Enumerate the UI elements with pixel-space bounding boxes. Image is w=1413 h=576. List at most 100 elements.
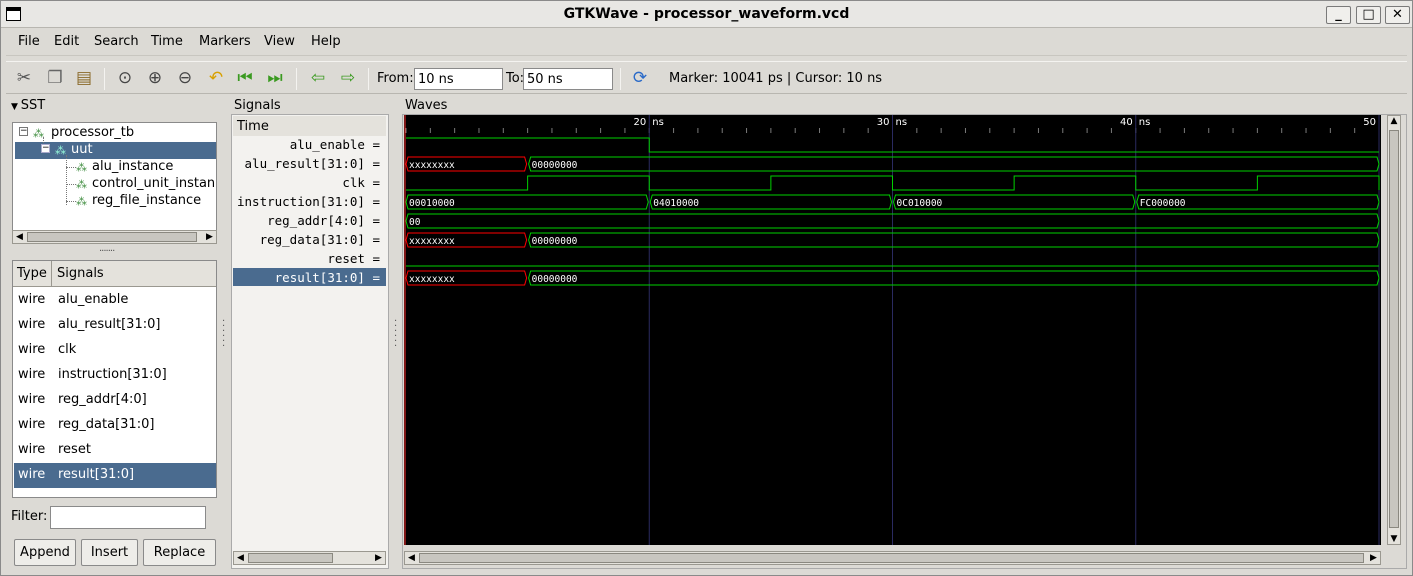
time-tick-label: 50 <box>1363 117 1376 128</box>
bus-value-label: 00000000 <box>532 274 578 285</box>
scroll-left-arrow-icon[interactable]: ◀ <box>13 231 26 243</box>
zoom-to-end-icon[interactable]: ⏭ <box>263 67 287 89</box>
bus-value-label: 0C010000 <box>897 198 943 209</box>
replace-button[interactable]: Replace <box>143 539 216 566</box>
menu-search[interactable]: Search <box>94 34 139 49</box>
bus-segment-reg_data <box>528 232 1380 248</box>
column-type[interactable]: Type <box>17 266 47 281</box>
signal-list-row[interactable]: wire alu_result[31:0] <box>14 313 216 338</box>
signal-row[interactable]: instruction[31:0] = <box>237 194 380 209</box>
waves-horizontal-scrollbar[interactable]: ◀ ▶ <box>404 551 1381 565</box>
window-title: GTKWave - processor_waveform.vcd <box>563 6 850 22</box>
column-signals[interactable]: Signals <box>57 266 104 281</box>
signal-row[interactable]: reg_addr[4:0] = <box>267 213 380 228</box>
menu-help[interactable]: Help <box>311 34 341 49</box>
signal-row[interactable]: reset = <box>327 251 380 266</box>
zoom-out-icon[interactable]: ⊖ <box>173 67 197 89</box>
zoom-in-icon[interactable]: ⊕ <box>143 67 167 89</box>
bus-value-label: xxxxxxxx <box>409 160 455 171</box>
find-previous-edge-icon[interactable]: ⇦ <box>306 67 330 89</box>
tree-item-processor-tb[interactable]: processor_tb <box>51 125 134 140</box>
pane-separator-handle[interactable]: · · · · · · <box>394 317 398 352</box>
scroll-down-arrow-icon[interactable]: ▼ <box>1388 534 1400 544</box>
signal-row[interactable]: alu_enable = <box>290 137 380 152</box>
tree-item-uut[interactable]: uut <box>71 142 93 157</box>
menu-edit[interactable]: Edit <box>54 34 79 49</box>
minimize-button[interactable]: _ <box>1326 6 1351 24</box>
sst-label[interactable]: ▼ SST <box>11 98 45 113</box>
append-button[interactable]: Append <box>14 539 76 566</box>
scroll-up-arrow-icon[interactable]: ▲ <box>1388 116 1400 126</box>
time-header-label: Time <box>237 119 269 134</box>
menu-markers[interactable]: Markers <box>199 34 251 49</box>
signal-names: alu_enable = alu_result[31:0] = clk = in… <box>233 136 386 286</box>
signal-list-row[interactable]: wire reset <box>14 438 216 463</box>
zoom-to-start-icon[interactable]: ⏮ <box>233 67 257 89</box>
expander-processor-tb[interactable]: − <box>19 127 28 136</box>
pane-separator-handle[interactable]: · · · · · · <box>222 317 226 352</box>
signal-list-row-selected[interactable]: wire result[31:0] <box>14 463 216 488</box>
scrollbar-thumb[interactable] <box>1389 130 1399 528</box>
bus-value-label: 00 <box>409 217 421 228</box>
find-next-edge-icon[interactable]: ⇨ <box>336 67 360 89</box>
waves-pane-label: Waves <box>405 98 448 113</box>
copy-icon[interactable]: ❐ <box>43 67 67 89</box>
signal-list-row[interactable]: wire alu_enable <box>14 288 216 313</box>
tree-horizontal-scrollbar[interactable]: ◀ ▶ <box>12 230 217 244</box>
signal-row-selected[interactable]: result[31:0] = <box>275 270 380 285</box>
tree-item-alu-instance[interactable]: alu_instance <box>92 159 173 174</box>
pane-resize-handle[interactable]: ······· <box>99 246 115 257</box>
reload-icon[interactable]: ⟳ <box>628 67 652 89</box>
bus-value-label: 04010000 <box>653 198 699 209</box>
title-bar: GTKWave - processor_waveform.vcd _ □ ✕ <box>1 1 1412 28</box>
paste-icon[interactable]: ▤ <box>72 67 96 89</box>
toolbar: ✂ ❐ ▤ ⊙ ⊕ ⊖ ↶ ⏮ ⏭ ⇦ ⇨ From: To: ⟳ Marker… <box>6 61 1407 94</box>
bus-segment-alu_result <box>528 156 1380 172</box>
insert-button[interactable]: Insert <box>81 539 138 566</box>
zoom-fit-icon[interactable]: ⊙ <box>113 67 137 89</box>
scroll-left-arrow-icon[interactable]: ◀ <box>405 552 418 564</box>
scrollbar-thumb[interactable] <box>419 553 1364 563</box>
bus-value-label: 00010000 <box>409 198 455 209</box>
scroll-right-arrow-icon[interactable]: ▶ <box>1367 552 1380 564</box>
scroll-left-arrow-icon[interactable]: ◀ <box>234 552 247 564</box>
to-label: To: <box>506 71 525 86</box>
time-unit-label: ns <box>896 117 908 128</box>
close-button[interactable]: ✕ <box>1385 6 1410 24</box>
waves-vertical-scrollbar[interactable]: ▲ ▼ <box>1387 115 1401 545</box>
tree-item-reg-file-instance[interactable]: reg_file_instance <box>92 193 201 208</box>
signal-row[interactable]: reg_data[31:0] = <box>260 232 380 247</box>
signal-list-row[interactable]: wire clk <box>14 338 216 363</box>
waveform-canvas[interactable]: 20ns30ns40ns50nsxxxxxxxx0000000000010000… <box>404 115 1394 545</box>
scrollbar-thumb[interactable] <box>27 232 197 242</box>
maximize-button[interactable]: □ <box>1356 6 1381 24</box>
signal-row[interactable]: clk = <box>342 175 380 190</box>
menu-time[interactable]: Time <box>151 34 183 49</box>
menu-view[interactable]: View <box>264 34 295 49</box>
tree-item-control-unit-instance[interactable]: control_unit_instan <box>92 176 215 191</box>
collapse-triangle-icon: ▼ <box>11 102 21 112</box>
cut-icon[interactable]: ✂ <box>12 67 36 89</box>
signals-horizontal-scrollbar[interactable]: ◀ ▶ <box>233 551 386 565</box>
signal-list-row[interactable]: wire reg_data[31:0] <box>14 413 216 438</box>
filter-label: Filter: <box>11 509 48 524</box>
filter-input[interactable] <box>50 506 206 529</box>
scroll-right-arrow-icon[interactable]: ▶ <box>203 231 216 243</box>
signal-list-row[interactable]: wire instruction[31:0] <box>14 363 216 388</box>
bus-value-label: 00000000 <box>532 160 578 171</box>
signal-list: Type Signals wire alu_enable wire alu_resu… <box>12 260 217 498</box>
signal-row[interactable]: alu_result[31:0] = <box>245 156 380 171</box>
bus-segment-result <box>528 270 1380 286</box>
waveform-clk <box>406 175 1380 191</box>
time-unit-label: ns <box>1139 117 1151 128</box>
undo-zoom-icon[interactable]: ↶ <box>204 67 228 89</box>
scroll-right-arrow-icon[interactable]: ▶ <box>372 552 385 564</box>
to-time-input[interactable] <box>523 68 613 90</box>
bus-value-label: 00000000 <box>532 236 578 247</box>
signal-list-row[interactable]: wire reg_addr[4:0] <box>14 388 216 413</box>
scrollbar-thumb[interactable] <box>248 553 333 563</box>
menu-file[interactable]: File <box>18 34 40 49</box>
from-time-input[interactable] <box>414 68 503 90</box>
time-tick-label: 40 <box>1120 117 1133 128</box>
expander-uut[interactable]: − <box>41 144 50 153</box>
